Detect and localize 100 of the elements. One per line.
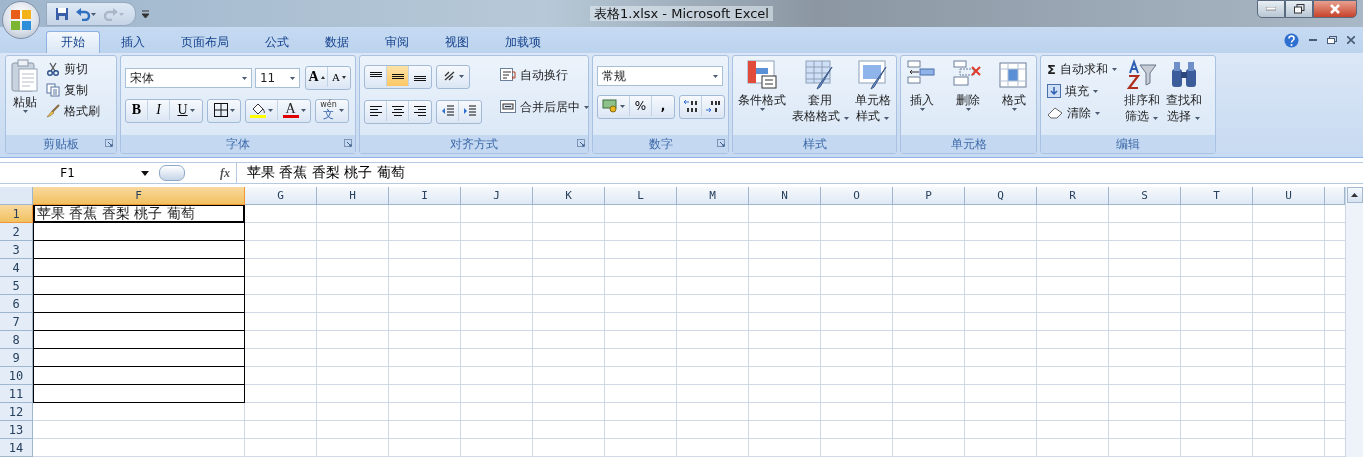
row-header[interactable]: 2 — [0, 223, 33, 241]
middle-align-button[interactable] — [387, 66, 409, 86]
row-header[interactable]: 13 — [0, 421, 33, 439]
font-name-field[interactable]: 宋体 — [125, 68, 252, 88]
customize-toolbar-icon[interactable] — [142, 9, 149, 18]
column-header[interactable]: R — [1037, 187, 1109, 205]
caret-icon — [1093, 89, 1098, 93]
wrap-text-button[interactable]: 自动换行 — [498, 65, 591, 85]
ribbon-tab[interactable]: 开始 — [46, 31, 100, 53]
row-header[interactable]: 6 — [0, 295, 33, 313]
find-select-button[interactable]: 查找和 选择 — [1164, 59, 1203, 135]
restore-icon[interactable] — [1327, 36, 1337, 44]
ribbon-tab[interactable]: 数据 — [310, 31, 364, 53]
column-header[interactable]: O — [821, 187, 893, 205]
table-cell[interactable]: 苹果 香蕉 香梨 桃子 葡萄 — [33, 205, 245, 223]
grow-font-button[interactable]: A — [306, 67, 328, 87]
conditional-formatting-button[interactable]: 条件格式 — [737, 59, 787, 135]
comma-style-button[interactable]: , — [652, 96, 674, 116]
minimize-button[interactable] — [1257, 0, 1285, 18]
format-button[interactable]: 格式 — [997, 59, 1031, 135]
row-header[interactable]: 9 — [0, 349, 33, 367]
format-painter-button[interactable]: 格式刷 — [44, 101, 102, 121]
table-cell[interactable] — [33, 385, 245, 403]
row-header[interactable]: 5 — [0, 277, 33, 295]
close-button[interactable] — [1313, 0, 1357, 18]
table-cell[interactable] — [33, 277, 245, 295]
column-header[interactable]: U — [1253, 187, 1325, 205]
table-cell[interactable] — [33, 259, 245, 277]
column-header[interactable]: J — [461, 187, 533, 205]
ribbon-tab[interactable]: 插入 — [106, 31, 160, 53]
insert-function-button[interactable]: fx — [220, 165, 230, 181]
row-header[interactable]: 7 — [0, 313, 33, 331]
row-header[interactable]: 10 — [0, 367, 33, 385]
save-icon[interactable] — [55, 6, 69, 21]
table-cell[interactable] — [33, 223, 245, 241]
help-icon[interactable] — [1284, 32, 1299, 48]
formula-field[interactable]: 苹果 香蕉 香梨 桃子 葡萄 — [237, 163, 1363, 183]
clipboard-icon — [11, 59, 39, 93]
number-format-field[interactable]: 常规 — [597, 66, 723, 86]
autosum-button[interactable]: Σ 自动求和 — [1045, 59, 1119, 79]
ribbon-tab[interactable]: 审阅 — [370, 31, 424, 53]
dialog-launcher-icon[interactable] — [577, 139, 585, 147]
copy-button[interactable]: 复制 — [44, 80, 102, 100]
italic-button[interactable]: I — [148, 100, 170, 120]
undo-icon[interactable] — [75, 6, 97, 21]
column-header[interactable]: M — [677, 187, 749, 205]
bold-button[interactable]: B — [126, 100, 148, 120]
table-cell[interactable] — [33, 331, 245, 349]
caret-icon — [1095, 111, 1100, 115]
copy-icon — [46, 83, 60, 97]
table-cell[interactable] — [33, 367, 245, 385]
shrink-font-button[interactable]: A — [328, 67, 350, 87]
row-header[interactable]: 14 — [0, 439, 33, 457]
minimize-icon[interactable] — [1309, 38, 1317, 42]
row-header[interactable]: 3 — [0, 241, 33, 259]
underline-button[interactable]: U — [170, 100, 202, 120]
column-header[interactable]: F — [33, 187, 245, 205]
column-header[interactable]: P — [893, 187, 965, 205]
column-header[interactable]: L — [605, 187, 677, 205]
column-header[interactable]: N — [749, 187, 821, 205]
column-header[interactable]: T — [1181, 187, 1253, 205]
row-header[interactable]: 8 — [0, 331, 33, 349]
ribbon-tab[interactable]: 视图 — [430, 31, 484, 53]
column-header[interactable]: K — [533, 187, 605, 205]
ribbon-tab[interactable]: 公式 — [250, 31, 304, 53]
cell-styles-button[interactable]: 单元格 样式 — [853, 59, 892, 135]
table-cell[interactable] — [33, 313, 245, 331]
row-header[interactable]: 1 — [0, 205, 33, 223]
sort-filter-button[interactable]: 排序和 筛选 — [1122, 59, 1161, 135]
close-icon[interactable] — [1347, 36, 1355, 44]
fill-button[interactable]: 填充 — [1045, 81, 1119, 101]
column-header[interactable]: G — [245, 187, 317, 205]
column-header[interactable]: H — [317, 187, 389, 205]
table-cell[interactable] — [33, 241, 245, 259]
column-header[interactable]: Q — [965, 187, 1037, 205]
font-size-field[interactable]: 11 — [254, 68, 300, 88]
row-header[interactable]: 12 — [0, 403, 33, 421]
merge-center-button[interactable]: 合并后居中 — [498, 97, 591, 117]
format-as-table-button[interactable]: 套用 表格格式 — [791, 59, 850, 135]
cut-button[interactable]: 剪切 — [44, 59, 102, 79]
insert-button[interactable]: 插入 — [905, 59, 939, 135]
table-cell[interactable] — [33, 295, 245, 313]
restore-button[interactable] — [1285, 0, 1313, 18]
dialog-launcher-icon[interactable] — [344, 139, 352, 147]
clear-button[interactable]: 清除 — [1045, 103, 1119, 123]
column-header[interactable]: I — [389, 187, 461, 205]
dialog-launcher-icon[interactable] — [717, 139, 725, 147]
delete-button[interactable]: 删除 — [951, 59, 985, 135]
formula-bar-handle[interactable] — [159, 165, 185, 181]
paste-button[interactable]: 粘贴 — [10, 59, 40, 135]
row-header[interactable]: 4 — [0, 259, 33, 277]
row-header[interactable]: 11 — [0, 385, 33, 403]
column-header[interactable]: S — [1109, 187, 1181, 205]
table-cell[interactable] — [33, 349, 245, 367]
office-button[interactable] — [2, 1, 40, 39]
dialog-launcher-icon[interactable] — [105, 139, 113, 147]
percent-button[interactable]: % — [630, 96, 652, 116]
ribbon-tab[interactable]: 页面布局 — [166, 31, 244, 53]
vertical-scrollbar[interactable] — [1345, 187, 1363, 457]
ribbon-tab[interactable]: 加载项 — [490, 31, 556, 53]
